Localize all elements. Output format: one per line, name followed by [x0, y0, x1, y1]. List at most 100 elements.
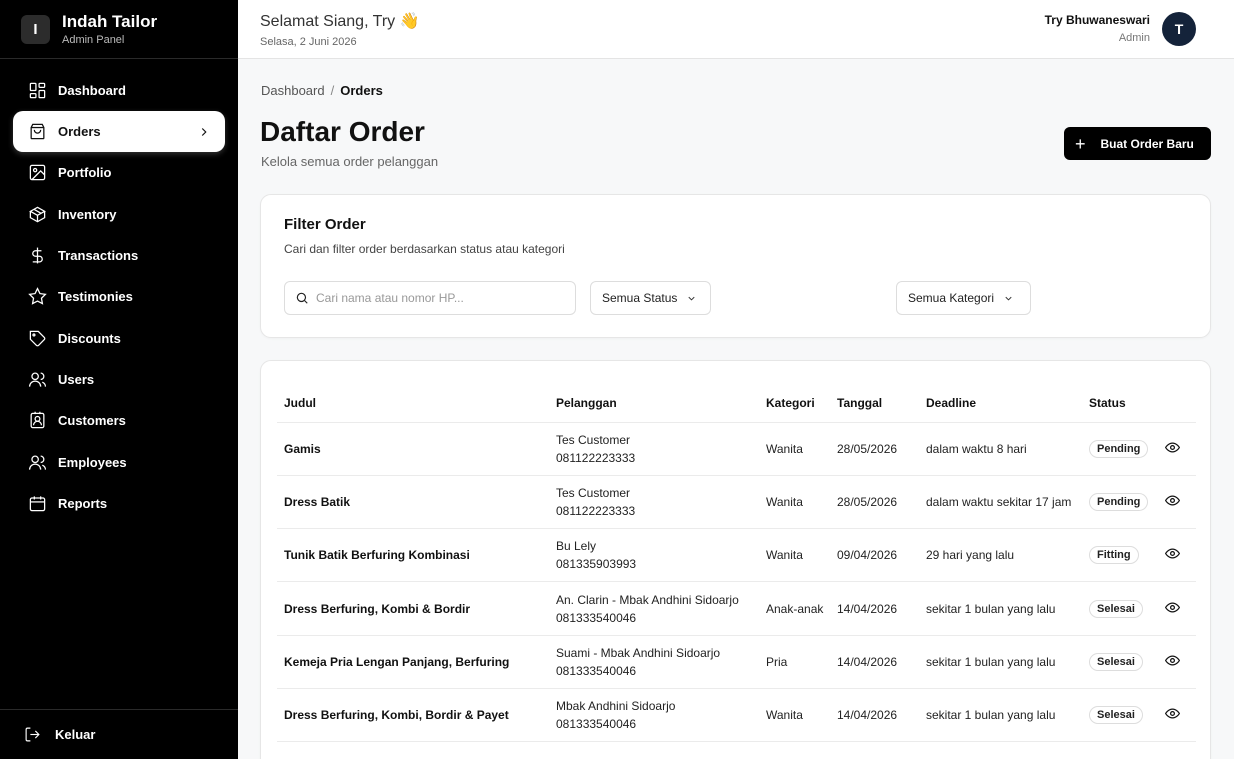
sidebar-item-discounts[interactable]: Discounts: [13, 317, 225, 358]
calendar-icon: [29, 496, 46, 512]
search-icon: [296, 292, 308, 304]
sidebar-item-inventory[interactable]: Inventory: [13, 194, 225, 235]
column-header[interactable]: Judul: [277, 384, 549, 423]
actions-cell: [1158, 581, 1196, 636]
category-select-value: Semua Kategori: [908, 291, 995, 305]
sidebar-item-users[interactable]: Users: [13, 359, 225, 400]
eye-icon[interactable]: [1164, 440, 1181, 455]
order-deadline: 29 hari yang lalu: [919, 528, 1082, 583]
sidebar-item-reports[interactable]: Reports: [13, 483, 225, 524]
order-title: Kemeja Pria Lengan Panjang, Berfuring: [277, 635, 549, 689]
chevron-down-icon: [688, 296, 695, 301]
sidebar-item-label: Portfolio: [58, 165, 112, 181]
customer-name: An. Clarin - Mbak Andhini Sidoarjo: [556, 592, 739, 607]
status-cell: Selesai: [1082, 581, 1158, 636]
new-order-button[interactable]: + Buat Order Baru: [1064, 127, 1211, 160]
status-badge: Selesai: [1089, 706, 1143, 725]
column-header-actions: [1158, 384, 1196, 423]
table-row[interactable]: Mbak Risis: [277, 741, 1196, 759]
sidebar-item-transactions[interactable]: Transactions: [13, 235, 225, 276]
dollar-icon: [32, 247, 43, 264]
customer-name: Tes Customer: [556, 432, 631, 447]
order-title: [277, 741, 549, 759]
order-date: 09/04/2026: [830, 528, 919, 583]
column-header[interactable]: Pelanggan: [549, 384, 759, 423]
column-header[interactable]: Tanggal: [830, 384, 919, 423]
top-header: Selamat Siang, Try 👋 Selasa, 2 Juni 2026…: [238, 0, 1234, 59]
brand-title: Indah Tailor: [62, 12, 158, 31]
breadcrumb: Dashboard / Orders: [261, 83, 383, 98]
order-category: [759, 741, 830, 759]
sidebar-item-dashboard[interactable]: Dashboard: [13, 70, 225, 111]
user-role: Admin: [1118, 32, 1150, 44]
order-category: Wanita: [759, 528, 830, 583]
order-category: Wanita: [759, 688, 830, 743]
order-category: Pria: [759, 635, 830, 689]
status-badge: Fitting: [1089, 546, 1139, 565]
brand: I Indah Tailor Admin Panel: [0, 0, 238, 59]
star-icon: [28, 287, 47, 306]
logout-icon: [25, 727, 40, 742]
eye-icon[interactable]: [1164, 546, 1181, 561]
order-title: Dress Berfuring, Kombi & Bordir: [277, 581, 549, 636]
customer-cell: Suami - Mbak Andhini Sidoarjo 08133354004…: [549, 635, 759, 689]
sidebar-item-label: Employees: [58, 454, 127, 470]
status-cell: Pending: [1082, 422, 1158, 476]
eye-icon[interactable]: [1164, 706, 1181, 721]
sidebar-item-testimonies[interactable]: Testimonies: [13, 276, 225, 317]
sidebar-item-customers[interactable]: Customers: [13, 400, 225, 441]
avatar[interactable]: T: [1162, 12, 1196, 46]
order-category: Anak-anak: [759, 581, 830, 636]
column-header[interactable]: Status: [1082, 384, 1158, 423]
sidebar-item-portfolio[interactable]: Portfolio: [13, 152, 225, 193]
order-category: Wanita: [759, 422, 830, 476]
customer-phone: 081333540046: [556, 663, 637, 678]
filter-card: Filter Order Cari dan filter order berda…: [260, 194, 1211, 338]
status-select-value: Semua Status: [602, 291, 678, 305]
order-date: [830, 741, 919, 759]
image-icon: [29, 165, 46, 181]
order-title: Dress Berfuring, Kombi, Bordir & Payet: [277, 688, 549, 743]
table-row[interactable]: Gamis Tes Customer 081122223333 Wanita 28…: [277, 422, 1196, 476]
orders-table-card: Judul Pelanggan Kategori Tanggal Deadlin…: [260, 360, 1211, 759]
order-date: 28/05/2026: [830, 422, 919, 476]
logout-button[interactable]: Keluar: [0, 709, 238, 759]
tag-icon: [29, 330, 46, 347]
status-select[interactable]: Semua Status: [590, 281, 711, 315]
status-badge: Pending: [1089, 492, 1149, 511]
status-badge: Selesai: [1089, 652, 1143, 671]
actions-cell: [1158, 635, 1196, 689]
column-header[interactable]: Kategori: [759, 384, 830, 423]
table-row[interactable]: Tunik Batik Berfuring Kombinasi Bu Lely 0…: [277, 528, 1196, 583]
customer-cell: An. Clarin - Mbak Andhini Sidoarjo 081333…: [549, 581, 759, 636]
order-deadline: sekitar 1 bulan yang lalu: [919, 688, 1082, 743]
column-header[interactable]: Deadline: [919, 384, 1082, 423]
search-input[interactable]: [316, 291, 556, 305]
actions-cell: [1158, 528, 1196, 583]
sidebar-nav: Dashboard Orders Portfolio Inventory Tra…: [0, 59, 238, 524]
breadcrumb-dashboard-link[interactable]: Dashboard: [261, 83, 325, 98]
eye-icon[interactable]: [1164, 600, 1181, 615]
table-row[interactable]: Dress Berfuring, Kombi & Bordir An. Clar…: [277, 581, 1196, 636]
logout-label: Keluar: [55, 727, 96, 742]
table-row[interactable]: Kemeja Pria Lengan Panjang, Berfuring Su…: [277, 635, 1196, 689]
order-category: Wanita: [759, 475, 830, 530]
order-title: Dress Batik: [277, 475, 549, 530]
customer-phone: 081335903993: [556, 557, 637, 572]
category-select[interactable]: Semua Kategori: [896, 281, 1031, 315]
customer-phone: 081333540046: [556, 717, 637, 732]
table-row[interactable]: Dress Berfuring, Kombi, Bordir & Payet M…: [277, 688, 1196, 743]
search-box[interactable]: [284, 281, 576, 315]
chevron-right-icon: [201, 127, 207, 136]
table-row[interactable]: Dress Batik Tes Customer 081122223333 Wan…: [277, 475, 1196, 530]
plus-icon: +: [1075, 133, 1086, 154]
eye-icon[interactable]: [1164, 493, 1181, 508]
customer-phone: 081122223333: [556, 503, 636, 518]
actions-cell: [1158, 422, 1196, 476]
sidebar-item-orders[interactable]: Orders: [13, 111, 225, 153]
actions-cell: [1158, 741, 1196, 759]
order-date: 14/04/2026: [830, 688, 919, 743]
sidebar-item-employees[interactable]: Employees: [13, 441, 225, 482]
order-date: 14/04/2026: [830, 581, 919, 636]
eye-icon[interactable]: [1164, 653, 1181, 668]
